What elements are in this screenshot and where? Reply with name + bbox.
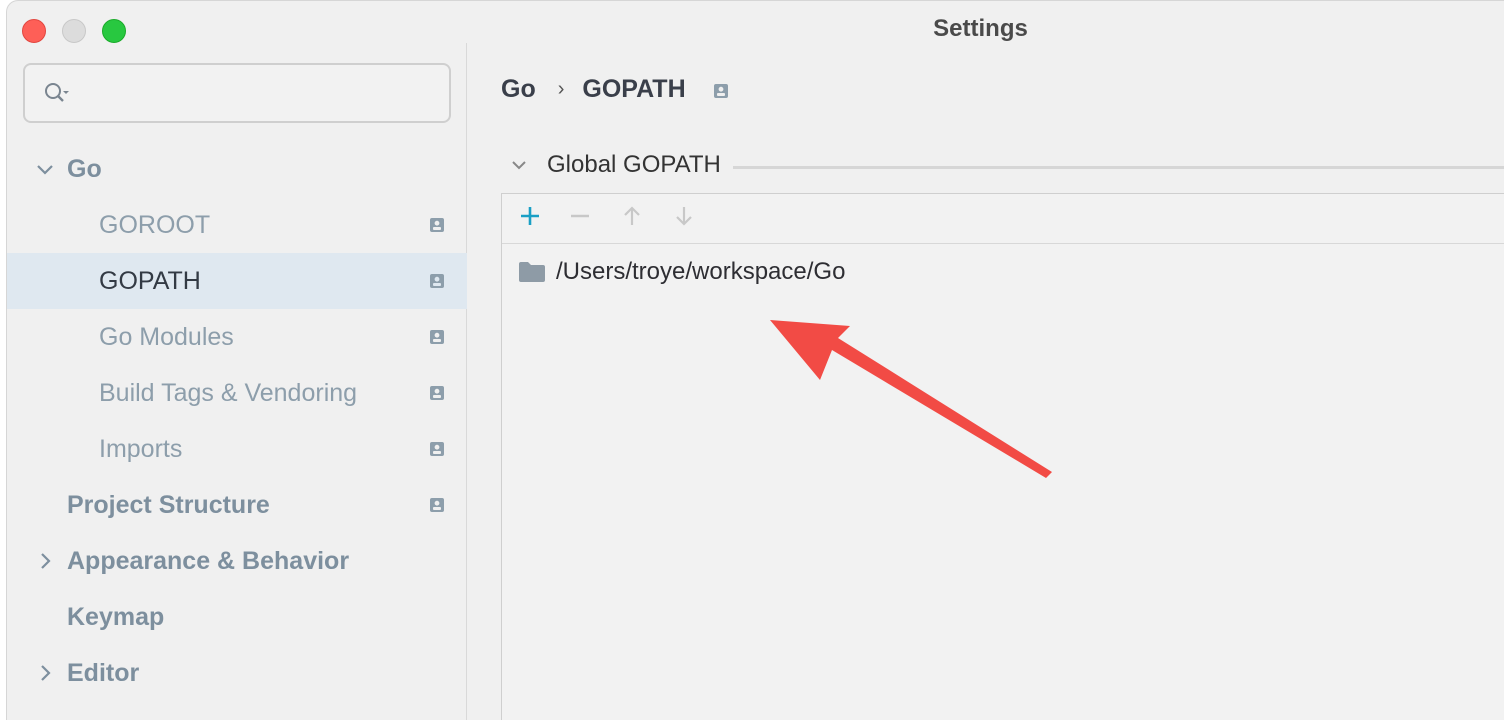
sidebar-item-appearance[interactable]: Appearance & Behavior [7,533,467,589]
sidebar-item-label: GOROOT [99,210,211,239]
chevron-right-icon [41,665,51,681]
project-level-icon [430,442,444,456]
sidebar-item-label: Imports [99,434,183,463]
gopath-path-text: /Users/troye/workspace/Go [556,258,846,285]
gopath-toolbar [502,194,1504,244]
sidebar-item-goroot[interactable]: GOROOT [7,197,467,253]
breadcrumb-gopath: GOPATH [582,74,686,103]
section-title: Global GOPATH [547,151,721,178]
search-input[interactable] [23,63,451,123]
section-divider [732,165,1504,169]
sidebar-item-gopath[interactable]: GOPATH [7,253,467,309]
global-gopath-section-header[interactable]: Global GOPATH [509,151,1504,179]
move-down-icon[interactable] [672,204,696,228]
project-level-icon [430,330,444,344]
project-level-icon [430,218,444,232]
sidebar-item-label: Editor [67,658,140,687]
folder-icon [519,262,545,282]
window-title: Settings [933,15,1028,42]
sidebar-item-label: GOPATH [99,266,201,295]
move-up-icon[interactable] [620,204,644,228]
breadcrumb-go[interactable]: Go [501,75,536,104]
sidebar-item-project-structure[interactable]: Project Structure [7,477,467,533]
sidebar-item-label: Build Tags & Vendoring [99,378,358,407]
settings-window: Settings Go GOROOT GOPATH Go Modules Bui… [6,0,1504,720]
add-icon[interactable] [518,204,542,228]
chevron-right-icon [41,553,51,569]
sidebar-item-label: Project Structure [67,490,270,519]
chevron-down-icon [512,161,526,170]
project-level-icon [713,84,728,98]
project-level-icon [430,386,444,400]
project-level-icon [430,274,444,288]
gopath-list-item[interactable]: /Users/troye/workspace/Go [518,258,845,286]
sidebar-item-label: Go [67,154,102,183]
sidebar-item-imports[interactable]: Imports [7,421,467,477]
sidebar-item-editor[interactable]: Editor [7,645,467,701]
annotation-arrow-icon [770,320,1052,478]
chevron-down-icon [37,165,53,175]
sidebar-item-build-tags[interactable]: Build Tags & Vendoring [7,365,467,421]
sidebar-item-go-modules[interactable]: Go Modules [7,309,467,365]
sidebar-item-label: Keymap [67,602,165,631]
sidebar-item-keymap[interactable]: Keymap [7,589,467,645]
breadcrumb-separator-icon: › [557,77,565,100]
sidebar-item-label: Appearance & Behavior [67,546,350,575]
sidebar-item-label: Go Modules [99,322,234,351]
search-icon [45,83,69,102]
breadcrumb: Go › GOPATH [501,73,728,105]
project-level-icon [430,498,444,512]
sidebar-item-go[interactable]: Go [7,141,467,197]
settings-sidebar: Go GOROOT GOPATH Go Modules Build Tags &… [7,43,467,720]
remove-icon[interactable] [568,204,592,228]
